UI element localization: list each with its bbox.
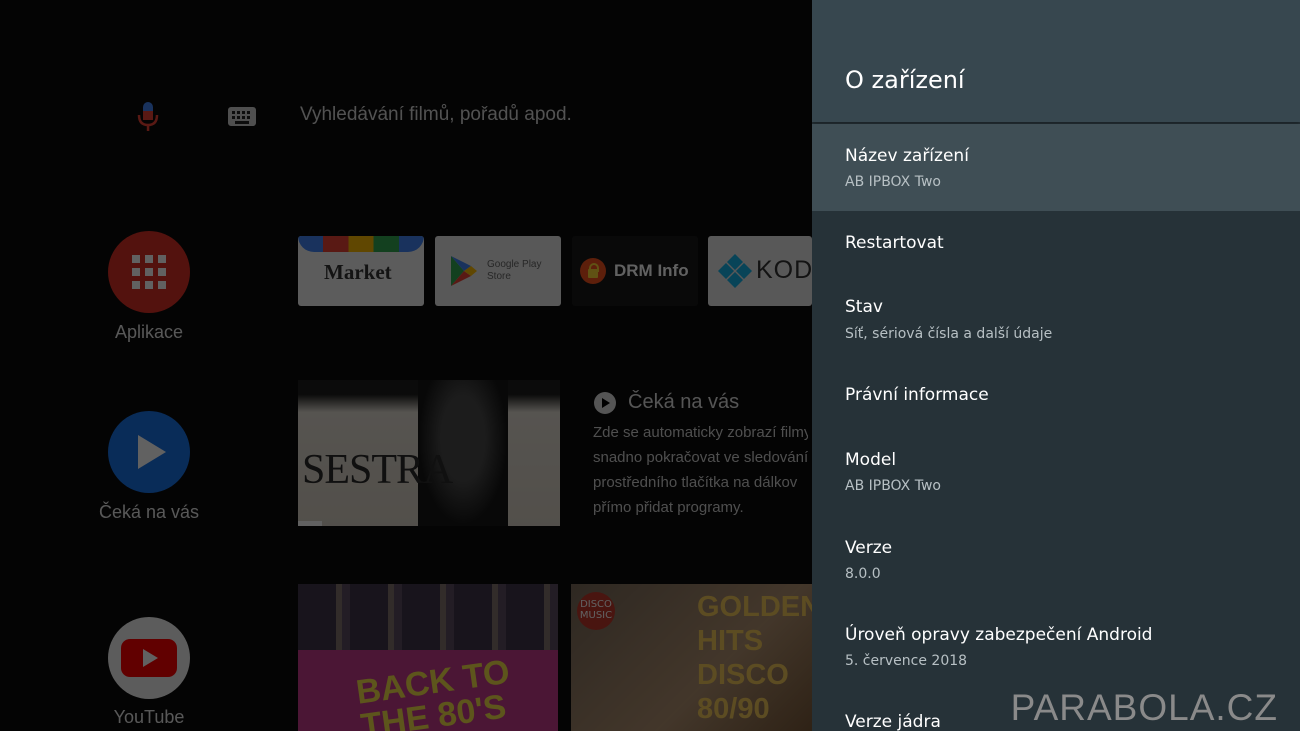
thumbnail-title: SESTRA — [302, 447, 453, 493]
play-circle-icon — [594, 392, 616, 414]
apps-button[interactable] — [108, 231, 190, 313]
description-line: prostředního tlačítka na dálkov — [593, 474, 798, 491]
home-screen: Vyhledávání filmů, pořadů apod. Aplikace… — [0, 0, 812, 731]
lock-icon — [580, 258, 606, 284]
thumbnail-title: BACK TO THE 80'S — [353, 652, 512, 731]
thumbnail-title-line: 80/90 — [697, 693, 770, 725]
kodi-icon — [718, 254, 752, 288]
thumbnail-title: GOLDEN HITS DISCO 80/90 — [697, 590, 812, 726]
watch-next-thumbnail[interactable]: SESTRA — [298, 380, 560, 526]
settings-item-security-patch[interactable]: Úroveň opravy zabezpečení Android 5. čer… — [812, 604, 1300, 691]
app-tile-google-play-label: Google Play Store — [487, 259, 542, 282]
thumbnail-badge: DISCO MUSIC — [577, 592, 615, 630]
app-tile-market[interactable]: Market — [298, 236, 424, 306]
settings-item-subtitle: 8.0.0 — [845, 566, 881, 582]
watermark: PARABOLA.CZ — [1010, 687, 1278, 728]
settings-item-restart[interactable]: Restartovat — [812, 211, 1300, 275]
settings-item-subtitle: AB IPBOX Two — [845, 478, 941, 494]
app-tile-google-play[interactable]: Google Play Store — [435, 236, 561, 306]
watch-next-label: Čeká na vás — [98, 502, 200, 522]
search-input[interactable]: Vyhledávání filmů, pořadů apod. — [300, 104, 572, 126]
settings-item-subtitle: Síť, sériová čísla a další údaje — [845, 326, 1053, 342]
settings-item-status[interactable]: Stav Síť, sériová čísla a další údaje — [812, 275, 1300, 365]
grid-icon — [132, 255, 166, 289]
watch-next-title: Čeká na vás — [628, 391, 740, 413]
app-tile-drm-info[interactable]: DRM Info — [572, 236, 698, 306]
settings-item-title: Verze jádra — [845, 712, 941, 731]
app-tile-market-label: Market — [324, 260, 392, 284]
youtube-button[interactable] — [108, 617, 190, 699]
keyboard-icon[interactable] — [228, 107, 256, 126]
settings-item-subtitle: AB IPBOX Two — [845, 174, 941, 190]
thumbnail-title-line: GOLDEN — [697, 591, 812, 623]
youtube-icon — [121, 639, 177, 677]
description-line: snadno pokračovat ve sledování — [593, 449, 808, 466]
settings-item-version[interactable]: Verze 8.0.0 — [812, 517, 1300, 604]
youtube-video-thumbnail[interactable]: DISCO MUSIC GOLDEN HITS DISCO 80/90 — [571, 584, 812, 731]
settings-item-title: Model — [845, 450, 897, 470]
watch-next-description: Zde se automaticky zobrazí filmy snadno … — [593, 420, 808, 520]
app-tile-kodi[interactable]: KODI — [708, 236, 812, 306]
settings-item-title: Úroveň opravy zabezpečení Android — [845, 625, 1153, 645]
settings-item-title: Verze — [845, 538, 893, 558]
settings-item-title: Název zařízení — [845, 146, 969, 166]
app-tile-kodi-label: KODI — [756, 256, 812, 284]
youtube-video-thumbnail[interactable]: BACK TO THE 80'S — [298, 584, 558, 731]
google-play-icon — [451, 256, 477, 286]
youtube-label: YouTube — [113, 707, 185, 727]
settings-item-title: Restartovat — [845, 233, 944, 253]
thumbnail-title-line: HITS — [697, 625, 764, 657]
settings-item-legal[interactable]: Právní informace — [812, 365, 1300, 429]
thumbnail-title-line: DISCO — [697, 659, 789, 691]
microphone-icon[interactable] — [136, 102, 160, 132]
description-line: přímo přidat programy. — [593, 499, 744, 516]
app-tile-drm-info-label: DRM Info — [614, 261, 689, 280]
page-title: O zařízení — [845, 66, 965, 94]
apps-label: Aplikace — [114, 322, 184, 342]
settings-item-subtitle: 5. července 2018 — [845, 653, 968, 669]
settings-item-title: Stav — [845, 297, 883, 317]
settings-item-model[interactable]: Model AB IPBOX Two — [812, 429, 1300, 517]
description-line: Zde se automaticky zobrazí filmy — [593, 424, 808, 441]
settings-panel: O zařízení Název zařízení AB IPBOX Two R… — [812, 0, 1300, 731]
watch-next-button[interactable] — [108, 411, 190, 493]
play-icon — [138, 435, 166, 469]
settings-item-device-name[interactable]: Název zařízení AB IPBOX Two — [812, 124, 1300, 211]
settings-item-title: Právní informace — [845, 385, 989, 405]
panel-header: O zařízení — [812, 0, 1300, 122]
